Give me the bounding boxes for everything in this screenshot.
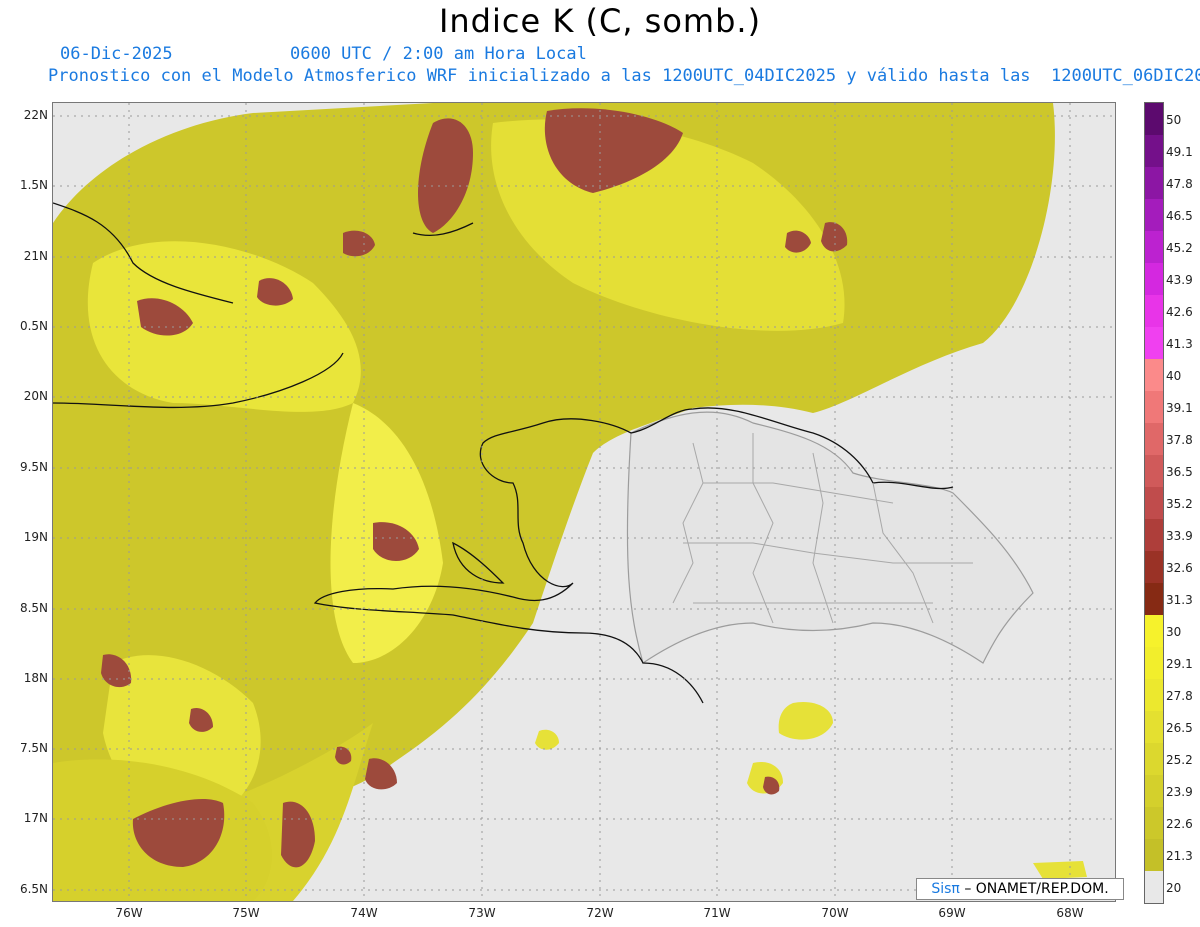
colorbar (1144, 102, 1164, 904)
colorbar-segment (1145, 519, 1163, 551)
colorbar-label: 36.5 (1166, 465, 1193, 479)
colorbar-label: 26.5 (1166, 721, 1193, 735)
colorbar-label: 31.3 (1166, 593, 1193, 607)
lat-label: 1.5N (19, 178, 48, 192)
colorbar-label: 50 (1166, 113, 1182, 127)
colorbar-segment (1145, 647, 1163, 679)
model-description: Pronostico con el Modelo Atmosferico WRF… (48, 66, 1200, 86)
colorbar-label: 29.1 (1166, 657, 1193, 671)
lat-label: 21N (23, 249, 48, 263)
colorbar-segment (1145, 199, 1163, 231)
lon-label: 75W (232, 906, 260, 920)
colorbar-segment (1145, 135, 1163, 167)
lat-label: 17N (23, 811, 48, 825)
colorbar-label: 25.2 (1166, 753, 1193, 767)
colorbar-segment (1145, 551, 1163, 583)
colorbar-segment (1145, 359, 1163, 391)
lat-label: 7.5N (19, 741, 48, 755)
lon-label: 71W (703, 906, 731, 920)
colorbar-label: 30 (1166, 625, 1182, 639)
lon-label: 74W (350, 906, 378, 920)
colorbar-label: 22.6 (1166, 817, 1193, 831)
colorbar-segment (1145, 423, 1163, 455)
colorbar-label: 33.9 (1166, 529, 1193, 543)
lat-label: 18N (23, 671, 48, 685)
colorbar-label: 23.9 (1166, 785, 1193, 799)
colorbar-label: 47.8 (1166, 177, 1193, 191)
forecast-time: 0600 UTC / 2:00 am Hora Local (290, 44, 587, 64)
colorbar-label: 32.6 (1166, 561, 1193, 575)
colorbar-segment (1145, 295, 1163, 327)
lon-label: 68W (1056, 906, 1084, 920)
colorbar-label: 43.9 (1166, 273, 1193, 287)
colorbar-segment (1145, 583, 1163, 615)
k-index-map (52, 102, 1116, 902)
colorbar-segment (1145, 743, 1163, 775)
lon-label: 70W (821, 906, 849, 920)
colorbar-label: 41.3 (1166, 337, 1193, 351)
lat-label: 20N (23, 389, 48, 403)
colorbar-segment (1145, 679, 1163, 711)
colorbar-segment (1145, 263, 1163, 295)
colorbar-label: 49.1 (1166, 145, 1193, 159)
colorbar-segment (1145, 807, 1163, 839)
credit-sis: Sisπ (931, 881, 960, 897)
colorbar-label: 40 (1166, 369, 1182, 383)
lat-label: 8.5N (19, 601, 48, 615)
colorbar-segment (1145, 839, 1163, 871)
colorbar-segment (1145, 711, 1163, 743)
colorbar-segment (1145, 871, 1163, 903)
colorbar-segment (1145, 167, 1163, 199)
lat-label: 6.5N (19, 882, 48, 896)
colorbar-label: 20 (1166, 881, 1182, 895)
colorbar-label: 45.2 (1166, 241, 1193, 255)
colorbar-segment (1145, 615, 1163, 647)
lat-label: 22N (23, 108, 48, 122)
lon-label: 73W (468, 906, 496, 920)
lon-label: 76W (115, 906, 143, 920)
colorbar-segment (1145, 391, 1163, 423)
colorbar-segment (1145, 455, 1163, 487)
lat-label: 9.5N (19, 460, 48, 474)
credit-box: Sisπ – ONAMET/REP.DOM. (916, 878, 1124, 900)
colorbar-label: 27.8 (1166, 689, 1193, 703)
colorbar-label: 39.1 (1166, 401, 1193, 415)
colorbar-label: 35.2 (1166, 497, 1193, 511)
lat-label: 0.5N (19, 319, 48, 333)
colorbar-segment (1145, 103, 1163, 135)
forecast-date: 06-Dic-2025 (60, 44, 173, 64)
colorbar-label: 37.8 (1166, 433, 1193, 447)
colorbar-segment (1145, 487, 1163, 519)
colorbar-label: 21.3 (1166, 849, 1193, 863)
lon-label: 69W (938, 906, 966, 920)
colorbar-segment (1145, 775, 1163, 807)
colorbar-segment (1145, 231, 1163, 263)
colorbar-label: 46.5 (1166, 209, 1193, 223)
lon-label: 72W (586, 906, 614, 920)
colorbar-segment (1145, 327, 1163, 359)
lat-label: 19N (23, 530, 48, 544)
credit-org: – ONAMET/REP.DOM. (964, 881, 1109, 897)
colorbar-label: 42.6 (1166, 305, 1193, 319)
map-title: Indice K (C, somb.) (438, 2, 762, 40)
